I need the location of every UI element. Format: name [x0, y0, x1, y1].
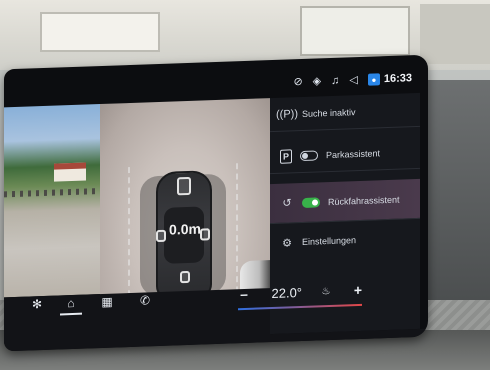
profile-clock[interactable]: ● 16:33	[367, 72, 412, 86]
menu-item-search[interactable]: ((P)) Suche inaktiv	[270, 92, 420, 133]
sensor-rear-icon	[180, 270, 190, 284]
background-window	[300, 6, 410, 56]
menu-item-park-assist[interactable]: P Parkassistent	[270, 134, 420, 175]
seat-heating-icon[interactable]: ♨	[322, 286, 331, 297]
background-window	[40, 12, 160, 52]
camera-fence	[4, 188, 100, 198]
temperature-value[interactable]: 22.0°	[272, 284, 303, 300]
gear-icon: ⚙	[282, 236, 292, 250]
temperature-down-button[interactable]: –	[236, 286, 252, 303]
sensor-front-icon	[177, 176, 191, 196]
background-window	[420, 4, 490, 64]
reverse-assist-toggle[interactable]	[302, 196, 320, 208]
menu-item-settings[interactable]: ⚙ Einstellungen	[270, 221, 420, 260]
connected-car-icon: ◈	[312, 74, 322, 88]
menu-item-label: Suche inaktiv	[302, 106, 356, 119]
menu-item-label: Rückfahrassistent	[328, 194, 400, 207]
menu-item-label: Einstellungen	[302, 235, 357, 247]
p-parking-icon: P	[280, 148, 292, 164]
park-assist-toggle[interactable]	[300, 149, 318, 161]
side-camera-view	[4, 104, 100, 298]
menu-item-label: Parkassistent	[326, 147, 381, 160]
music-note-icon: ♫	[331, 74, 340, 87]
distance-readout: 0.0m	[169, 220, 201, 238]
antenna-off-icon: ⊘	[293, 75, 303, 88]
apps-grid-icon[interactable]: ▦	[94, 291, 120, 312]
infotainment-display: ⊘ ◈ ♫ ◁ ● 16:33 0.0m ((P)) Suche inaktiv	[4, 54, 428, 352]
camera-house	[54, 162, 86, 182]
parking-search-icon: ((P))	[276, 107, 298, 121]
temperature-up-button[interactable]: +	[350, 282, 366, 299]
reverse-assist-icon: ↺	[282, 197, 292, 210]
home-icon[interactable]: ⌂	[58, 293, 84, 314]
climate-control: – 22.0° ♨ +	[236, 277, 366, 308]
user-profile-icon: ●	[367, 73, 380, 86]
clock: 16:33	[383, 72, 412, 86]
status-bar: ⊘ ◈ ♫ ◁ ● 16:33	[293, 69, 412, 91]
dashboard-trim	[428, 80, 490, 300]
speaker-icon: ◁	[349, 73, 358, 86]
menu-item-reverse-assist[interactable]: ↺ Rückfahrassistent	[270, 178, 420, 225]
phone-icon[interactable]: ✆	[132, 290, 158, 311]
fan-icon[interactable]: ✻	[24, 294, 50, 315]
